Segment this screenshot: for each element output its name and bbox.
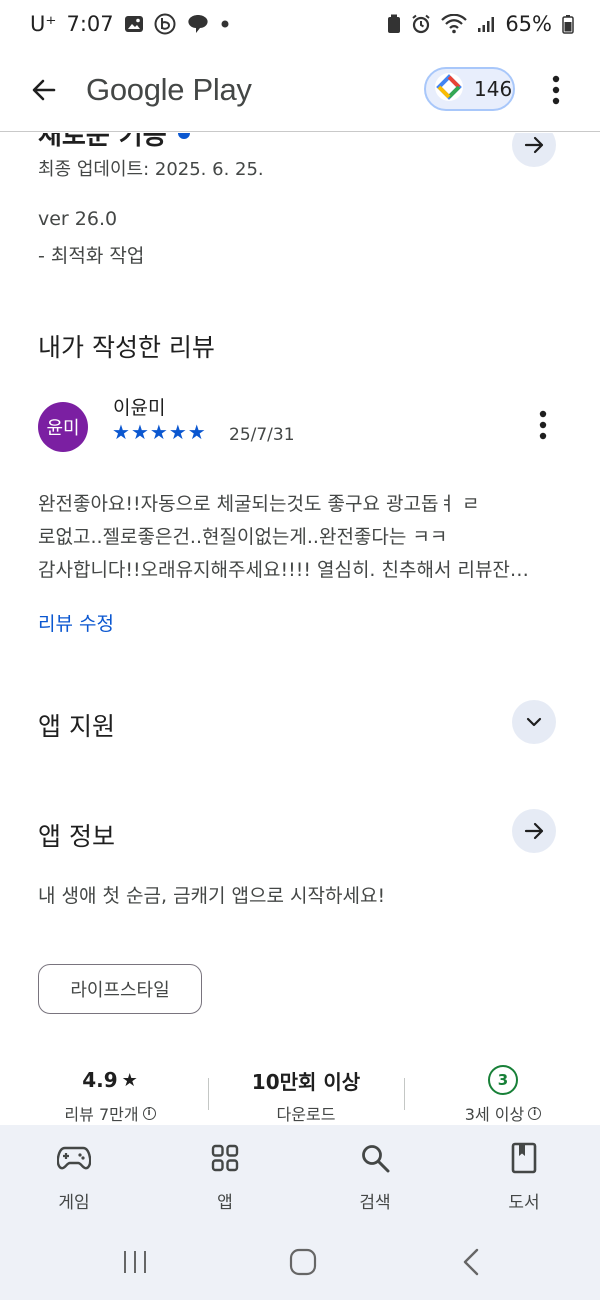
nav-books[interactable]: 도서 [474,1125,574,1213]
b-app-icon [154,13,176,35]
back-button[interactable] [20,66,68,114]
app-details-content: 새로운 기능 최종 업데이트: 2025. 6. 25. ver 26.0 - … [0,133,600,1125]
arrow-right-icon [524,822,544,840]
more-vert-icon [539,410,547,440]
play-points-chip[interactable]: 146 [424,67,515,111]
nav-search-label: 검색 [359,1193,391,1213]
wifi-icon [441,14,468,34]
nav-apps-label: 앱 [217,1193,233,1213]
star-icon: ★ [130,420,149,444]
rating-count-label: 리뷰 7만개 [64,1105,139,1124]
rating-stat[interactable]: 4.9 ★ 리뷰 7만개 i [30,1065,190,1125]
status-bar: U⁺ 7:07 65% [0,0,600,48]
star-icon: ★ [187,420,206,444]
recent-apps-button[interactable] [122,1249,148,1279]
review-text[interactable]: 완전좋아요!!자동으로 체굴되는것도 좋구요 광고돕ㅕ ㄹ 로없고..젤로좋은건… [38,488,558,587]
arrow-right-icon [524,136,544,154]
review-more-button[interactable] [530,407,556,443]
system-back-button[interactable] [460,1247,482,1281]
category-chip[interactable]: 라이프스타일 [38,964,202,1014]
rating-value: 4.9 [82,1068,118,1092]
downloads-value: 10만회 이상 [251,1069,361,1094]
age-rating-label: 3세 이상 [464,1105,525,1124]
star-icon: ★ [149,420,168,444]
app-title: Google Play [86,71,252,107]
nav-apps[interactable]: 앱 [175,1125,275,1213]
last-updated-date: 최종 업데이트: 2025. 6. 25. [38,159,264,180]
battery-percent: 65% [505,12,552,36]
gallery-icon [124,15,144,33]
play-points-icon [434,72,464,106]
review-text-line: 로없고..젤로좋은건..현질이없는게..완전좋다는 ㅋㅋ [38,526,448,548]
gamepad-icon [57,1142,91,1174]
system-navigation-bar [0,1235,600,1300]
app-support-title[interactable]: 앱 지원 [38,707,115,743]
battery-saver-icon [387,14,401,34]
new-indicator-dot [178,133,190,139]
book-icon [511,1142,537,1174]
star-icon: ★ [112,420,130,444]
search-icon [360,1142,390,1174]
nav-books-label: 도서 [508,1193,540,1213]
battery-icon [562,14,574,34]
app-support-expand-button[interactable] [512,700,556,744]
back-arrow-icon [32,79,56,100]
my-review-title: 내가 작성한 리뷰 [38,333,215,362]
system-back-icon [463,1248,479,1276]
home-button[interactable] [289,1248,317,1280]
home-icon [289,1248,317,1276]
alarm-icon [411,14,431,34]
app-info-arrow-button[interactable] [512,809,556,853]
notification-dot-icon [220,19,230,29]
version-text: ver 26.0 [38,208,118,230]
nav-games[interactable]: 게임 [24,1125,124,1213]
age-rating-badge: 3 [488,1065,518,1095]
edit-review-link[interactable]: 리뷰 수정 [38,609,114,636]
app-tagline: 내 생애 첫 순금, 금캐기 앱으로 시작하세요! [38,885,386,907]
nav-search[interactable]: 검색 [325,1125,425,1213]
whats-new-title: 새로운 기능 [38,133,167,151]
app-info-title[interactable]: 앱 정보 [38,817,115,853]
more-vert-icon [552,75,560,105]
apps-grid-icon [211,1142,239,1174]
nav-games-label: 게임 [58,1193,90,1213]
recent-apps-icon [124,1251,146,1273]
release-note: - 최적화 작업 [38,245,145,267]
app-bar: Google Play 146 [0,48,600,132]
age-rating-stat[interactable]: 3 3세 이상 i [423,1065,583,1125]
downloads-label: 다운로드 [276,1105,336,1124]
stat-divider [208,1078,209,1110]
info-icon: i [142,1106,156,1120]
review-text-line: 감사합니다!!오래유지해주세요!!!! 열심히. 친추해서 리뷰잔… [38,559,529,581]
avatar: 윤미 [38,402,88,452]
chat-bubble-icon [186,14,210,34]
star-rating: ★ ★ ★ ★ ★ [112,421,206,443]
whats-new-arrow-button[interactable] [512,133,556,167]
downloads-stat: 10만회 이상 다운로드 [226,1065,386,1125]
signal-icon [477,15,495,33]
review-date: 25/7/31 [229,425,295,445]
reviewer-name: 이윤미 [113,397,166,419]
carrier-label: U⁺ [30,12,57,36]
play-points-count: 146 [474,77,513,101]
chevron-down-icon [526,717,542,727]
more-options-button[interactable] [540,68,572,112]
review-text-line: 완전좋아요!!자동으로 체굴되는것도 좋구요 광고돕ㅕ ㄹ [38,493,480,515]
info-icon: i [528,1106,542,1120]
star-icon: ★ [121,1069,138,1091]
clock: 7:07 [66,12,114,36]
star-icon: ★ [168,420,187,444]
stat-divider [404,1078,405,1110]
bottom-navigation: 게임 앱 검색 도서 [0,1125,600,1235]
